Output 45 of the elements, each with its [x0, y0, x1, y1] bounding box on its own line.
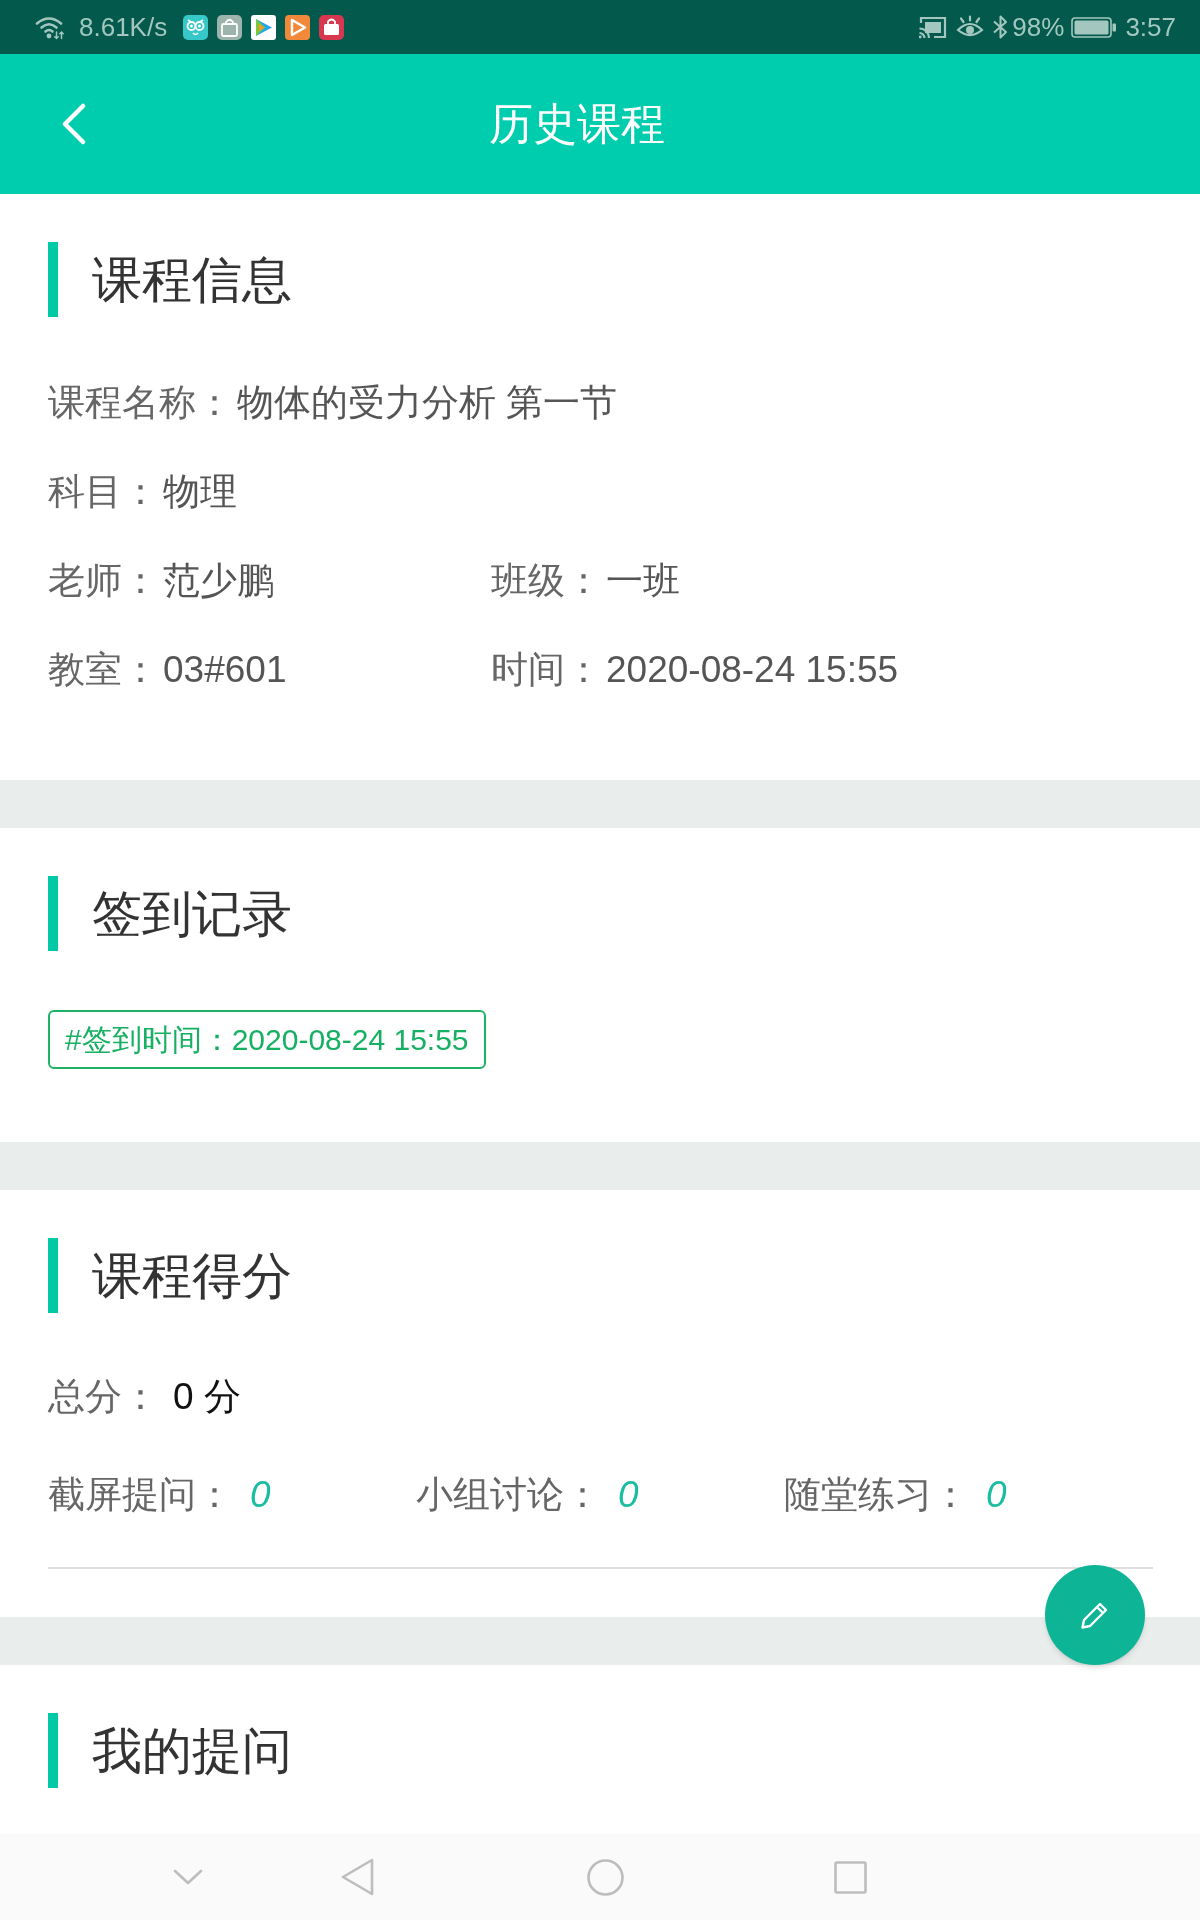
- field-label: 班级：: [491, 558, 602, 603]
- field-label: 教室：: [48, 647, 159, 692]
- total-score-value: 0 分: [173, 1375, 241, 1420]
- play-app-icon: [285, 14, 311, 40]
- network-speed: 8.61K/s: [79, 10, 168, 44]
- score-value: 0: [986, 1473, 1007, 1518]
- field-value: 2020-08-24 15:55: [606, 647, 899, 692]
- total-score-label: 总分：: [48, 1375, 159, 1420]
- shopping-bag-app-icon: [319, 14, 345, 40]
- recent-apps-icon[interactable]: [834, 1860, 867, 1894]
- score-label: 小组讨论：: [416, 1473, 601, 1518]
- shopping-bag-app-icon: [217, 14, 243, 40]
- pencil-icon: [1080, 1600, 1110, 1630]
- section-title: 签到记录: [92, 888, 292, 939]
- chevron-down-icon[interactable]: [173, 1869, 203, 1885]
- chevron-left-icon: [62, 103, 86, 145]
- field-label: 科目：: [48, 469, 159, 514]
- field-label: 时间：: [491, 647, 602, 692]
- play-app-icon: [251, 14, 277, 40]
- owl-app-icon: [183, 14, 209, 40]
- wifi-icon: [35, 14, 65, 40]
- battery-icon: [1071, 16, 1118, 38]
- field-value: 物体的受力分析 第一节: [237, 380, 618, 425]
- back-icon[interactable]: [341, 1858, 374, 1896]
- field-value: 物理: [163, 469, 237, 514]
- eye-icon: [956, 15, 985, 39]
- section-title: 课程得分: [92, 1250, 292, 1301]
- checkin-time-tag: #签到时间：2020-08-24 15:55: [48, 1010, 486, 1069]
- section-title: 我的提问: [92, 1725, 292, 1776]
- score-value: 0: [618, 1473, 639, 1518]
- field-value: 范少鹏: [163, 558, 274, 603]
- field-label: 课程名称：: [48, 380, 233, 425]
- field-label: 老师：: [48, 558, 159, 603]
- home-icon[interactable]: [587, 1858, 624, 1896]
- battery-level: 98%: [1012, 10, 1065, 44]
- score-label: 随堂练习：: [784, 1473, 969, 1518]
- clock-time: 3:57: [1125, 10, 1176, 44]
- score-label: 截屏提问：: [48, 1473, 233, 1518]
- cast-icon: [918, 15, 948, 39]
- section-title: 课程信息: [92, 254, 292, 305]
- field-value: 一班: [606, 558, 680, 603]
- bluetooth-icon: [992, 14, 1010, 40]
- page-title: 历史课程: [489, 102, 665, 146]
- score-value: 0: [250, 1473, 271, 1518]
- field-value: 03#601: [163, 647, 287, 692]
